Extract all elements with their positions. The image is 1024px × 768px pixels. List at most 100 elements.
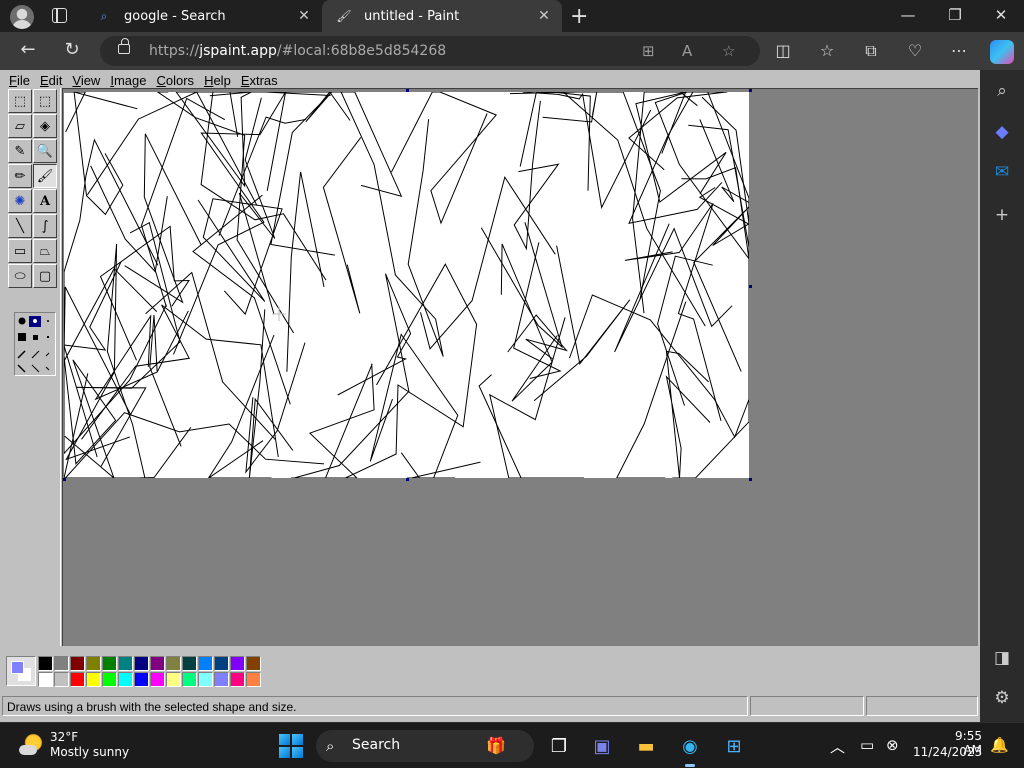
- outlook-icon[interactable]: ✉: [990, 160, 1014, 184]
- tab-actions-icon[interactable]: [52, 8, 67, 23]
- sidebar-add-icon[interactable]: +: [990, 203, 1014, 227]
- polygon-tool[interactable]: ⏢: [33, 239, 57, 263]
- new-tab-button[interactable]: +: [570, 4, 588, 29]
- brush-shape-icons[interactable]: [15, 313, 55, 375]
- color-swatch[interactable]: [86, 672, 101, 687]
- notifications-icon[interactable]: 🔔: [990, 736, 1009, 754]
- text-tool[interactable]: A: [33, 189, 57, 213]
- rounded-rectangle-tool[interactable]: ▢: [33, 264, 57, 288]
- color-swatch[interactable]: [214, 656, 229, 671]
- color-swatch[interactable]: [118, 656, 133, 671]
- drawing-canvas[interactable]: [64, 92, 749, 478]
- ellipse-tool[interactable]: ⬭: [8, 264, 32, 288]
- display-icon[interactable]: ▭: [860, 736, 874, 754]
- refresh-button[interactable]: ↻: [60, 39, 84, 60]
- microsoft-store-icon[interactable]: ⊞: [720, 732, 748, 760]
- canvas-workspace[interactable]: [62, 88, 978, 646]
- color-swatch[interactable]: [38, 672, 53, 687]
- minimize-button[interactable]: —: [893, 6, 923, 24]
- select-tool[interactable]: ⬚: [33, 89, 57, 113]
- color-swatch[interactable]: [86, 656, 101, 671]
- primary-color[interactable]: [11, 661, 24, 674]
- favorite-star-icon[interactable]: ☆: [722, 42, 735, 60]
- resize-handle-top[interactable]: [406, 89, 409, 92]
- hide-sidebar-icon[interactable]: ◨: [990, 646, 1014, 670]
- pick-color-tool[interactable]: ✎: [8, 139, 32, 163]
- color-swatch[interactable]: [182, 656, 197, 671]
- rectangle-tool[interactable]: ▭: [8, 239, 32, 263]
- sidebar-copilot-icon[interactable]: ◆: [990, 120, 1014, 144]
- profile-avatar-icon[interactable]: [10, 5, 34, 29]
- color-swatch[interactable]: [198, 672, 213, 687]
- favorites-icon[interactable]: ☆: [816, 41, 838, 60]
- network-disconnected-icon[interactable]: ⊗: [886, 736, 899, 754]
- current-colors[interactable]: [6, 656, 36, 686]
- copilot-icon[interactable]: [990, 40, 1014, 64]
- color-swatch[interactable]: [166, 656, 181, 671]
- performance-icon[interactable]: ♡: [904, 41, 926, 60]
- weather-temperature[interactable]: 32°F: [50, 730, 78, 744]
- collections-icon[interactable]: ⧉: [860, 41, 882, 61]
- url-text[interactable]: https://jspaint.app/#local:68b8e5d854268: [149, 43, 446, 59]
- pencil-tool[interactable]: ✏: [8, 164, 32, 188]
- curve-tool[interactable]: ∫: [33, 214, 57, 238]
- edge-browser-icon[interactable]: ◉: [676, 732, 704, 767]
- color-swatch[interactable]: [134, 656, 149, 671]
- color-swatch[interactable]: [70, 656, 85, 671]
- resize-handle-top-right[interactable]: [749, 89, 752, 92]
- resize-handle-bottom-left[interactable]: [63, 478, 66, 481]
- lock-icon[interactable]: [118, 38, 130, 54]
- file-explorer-icon[interactable]: ▬: [632, 732, 660, 760]
- color-swatch[interactable]: [102, 656, 117, 671]
- tab-google-search[interactable]: ⌕ google - Search ✕: [82, 0, 322, 32]
- teams-icon[interactable]: ▣: [588, 732, 616, 760]
- close-window-button[interactable]: ✕: [986, 6, 1016, 24]
- line-tool[interactable]: ╲: [8, 214, 32, 238]
- task-view-icon[interactable]: ❐: [545, 732, 573, 760]
- color-swatch[interactable]: [182, 672, 197, 687]
- color-swatch[interactable]: [230, 656, 245, 671]
- color-swatch[interactable]: [246, 672, 261, 687]
- color-swatch[interactable]: [166, 672, 181, 687]
- start-button[interactable]: [279, 734, 303, 758]
- color-swatch[interactable]: [246, 656, 261, 671]
- color-swatch[interactable]: [38, 656, 53, 671]
- airbrush-tool[interactable]: ✺: [8, 189, 32, 213]
- sidebar-settings-icon[interactable]: ⚙: [990, 686, 1014, 710]
- free-form-select-tool[interactable]: ⬚: [8, 89, 32, 113]
- color-swatch[interactable]: [54, 656, 69, 671]
- read-aloud-icon[interactable]: A: [682, 42, 692, 60]
- app-available-icon[interactable]: ⊞: [642, 42, 655, 60]
- color-swatch[interactable]: [134, 672, 149, 687]
- resize-handle-bottom-right[interactable]: [749, 478, 752, 481]
- resize-handle-right[interactable]: [749, 285, 752, 288]
- fill-tool[interactable]: ◈: [33, 114, 57, 138]
- color-swatch[interactable]: [214, 672, 229, 687]
- brush-tool[interactable]: 🖌: [33, 164, 57, 188]
- weather-description[interactable]: Mostly sunny: [50, 745, 129, 759]
- color-swatch[interactable]: [70, 672, 85, 687]
- more-icon[interactable]: ⋯: [948, 41, 970, 60]
- restore-button[interactable]: ❐: [940, 6, 970, 24]
- show-hidden-icons-chevron-icon[interactable]: ︿: [830, 736, 845, 757]
- tab-close-icon[interactable]: ✕: [296, 8, 312, 24]
- tab-untitled-paint[interactable]: 🖌 untitled - Paint ✕: [322, 0, 562, 32]
- tab-close-icon[interactable]: ✕: [536, 8, 552, 24]
- color-swatch[interactable]: [230, 672, 245, 687]
- color-swatch[interactable]: [150, 672, 165, 687]
- address-bar[interactable]: https://jspaint.app/#local:68b8e5d854268…: [100, 36, 760, 66]
- color-swatch[interactable]: [102, 672, 117, 687]
- color-swatch[interactable]: [118, 672, 133, 687]
- clock-date[interactable]: 11/24/2023: [913, 745, 982, 759]
- magnifier-tool[interactable]: 🔍: [33, 139, 57, 163]
- color-swatch[interactable]: [54, 672, 69, 687]
- weather-sun-icon[interactable]: [19, 733, 43, 757]
- split-screen-icon[interactable]: ◫: [772, 41, 794, 60]
- sidebar-search-icon[interactable]: ⌕: [990, 79, 1014, 103]
- eraser-tool[interactable]: ▱: [8, 114, 32, 138]
- back-button[interactable]: ←: [16, 39, 40, 60]
- taskbar-search[interactable]: ⌕ Search 🎁: [316, 730, 534, 762]
- resize-handle-bottom[interactable]: [406, 478, 409, 481]
- color-swatch[interactable]: [150, 656, 165, 671]
- color-swatch[interactable]: [198, 656, 213, 671]
